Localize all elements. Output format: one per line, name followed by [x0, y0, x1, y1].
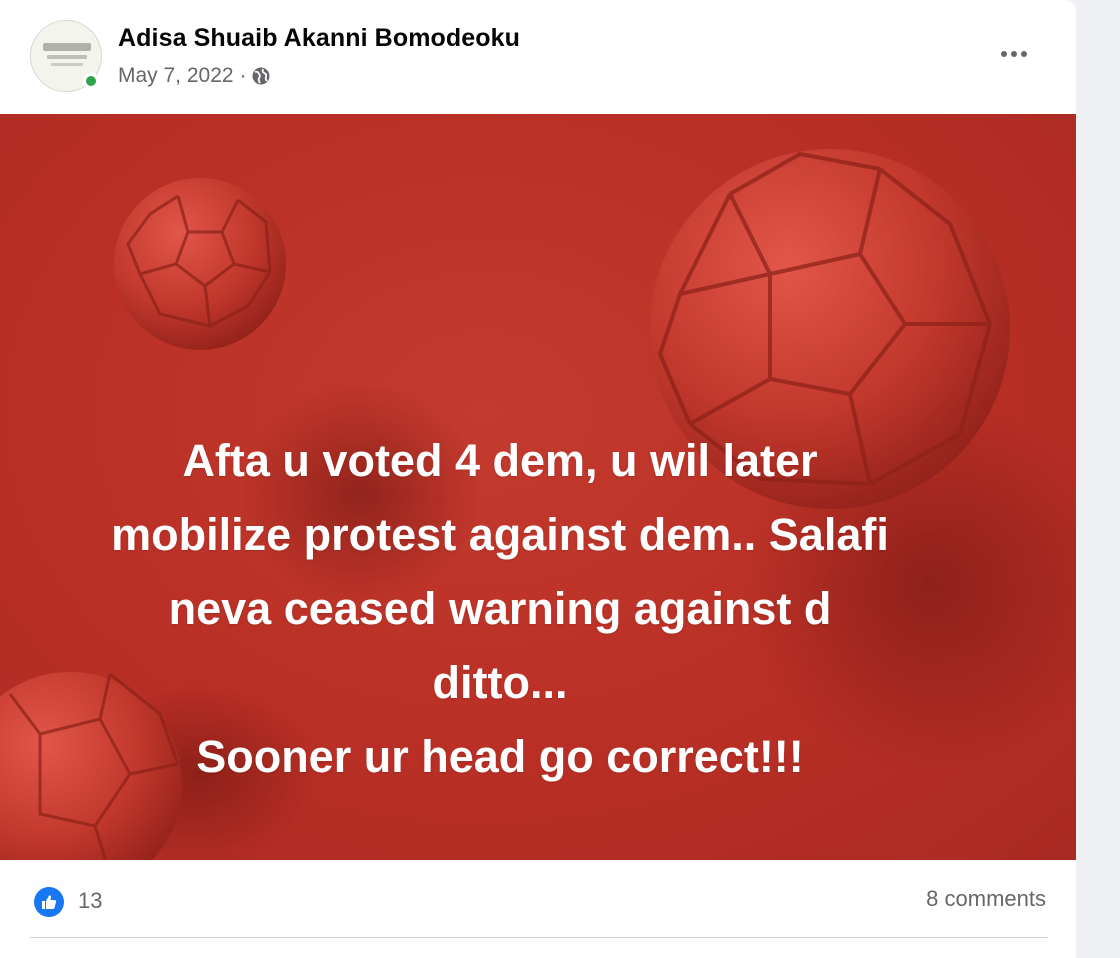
online-status-dot	[83, 73, 99, 89]
reaction-count[interactable]: 13	[78, 888, 102, 914]
meta-separator: ·	[239, 64, 247, 87]
post-header: Adisa Shuaib Akanni Bomodeoku May 7, 202…	[0, 0, 1076, 112]
more-options-icon[interactable]	[990, 36, 1038, 72]
post-image[interactable]: Afta u voted 4 dem, u wil later mobilize…	[0, 114, 1076, 860]
author-name[interactable]: Adisa Shuaib Akanni Bomodeoku	[118, 24, 520, 53]
post-meta: May 7, 2022 ·	[118, 62, 271, 90]
post-footer: 13 8 comments	[0, 862, 1076, 958]
post-text-line: Sooner ur head go correct!!!	[196, 731, 804, 782]
page-background-strip	[1076, 0, 1120, 958]
post-text: Afta u voted 4 dem, u wil later mobilize…	[40, 424, 960, 794]
post-date[interactable]: May 7, 2022	[118, 64, 234, 88]
post-text-line: ditto...	[432, 657, 568, 708]
post-text-line: mobilize protest against dem.. Salafi	[111, 509, 889, 560]
like-icon[interactable]	[34, 887, 64, 917]
footer-divider	[30, 937, 1048, 938]
comments-count-link[interactable]: 8 comments	[926, 886, 1046, 912]
post-text-line: neva ceased warning against d	[168, 583, 832, 634]
post-text-line: Afta u voted 4 dem, u wil later	[182, 435, 818, 486]
post-card: Adisa Shuaib Akanni Bomodeoku May 7, 202…	[0, 0, 1076, 958]
ball-small	[114, 178, 286, 350]
globe-icon[interactable]	[251, 66, 271, 86]
